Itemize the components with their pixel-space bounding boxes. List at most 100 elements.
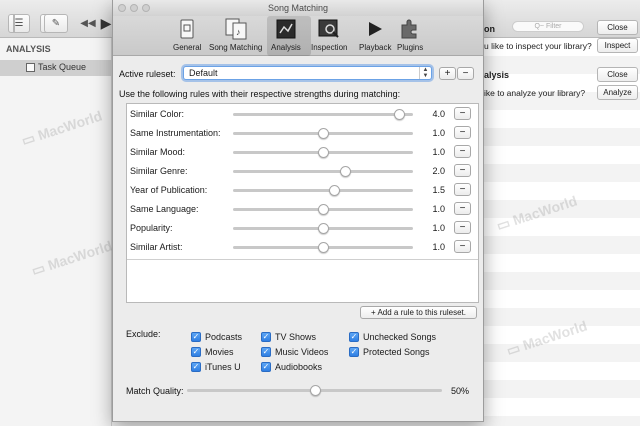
tab-song-matching[interactable]: ♪ Song Matching: [209, 18, 262, 52]
sidebar-section-title: ANALYSIS: [6, 44, 51, 54]
minimize-window-button[interactable]: [130, 4, 138, 12]
remove-rule-button[interactable]: −: [454, 202, 471, 215]
ruleset-select[interactable]: Default ▲ ▼: [183, 66, 432, 80]
song-matching-dialog: Song Matching General ♪ Song Matching An…: [112, 0, 484, 422]
rewind-button[interactable]: ◀◀: [78, 14, 98, 33]
active-ruleset-label: Active ruleset:: [119, 69, 176, 79]
rule-strength-value: 1.0: [432, 204, 445, 214]
rule-strength-value: 1.0: [432, 223, 445, 233]
exclude-unchecked-songs-checkbox[interactable]: ✓ Unchecked Songs: [349, 332, 436, 342]
inspect-button[interactable]: Inspect: [597, 38, 638, 53]
plugins-icon: [399, 18, 421, 40]
exclude-tv-shows-checkbox[interactable]: ✓ TV Shows: [261, 332, 316, 342]
checkmark-icon: ✓: [261, 362, 271, 372]
disk-button[interactable]: [13, 14, 15, 33]
preferences-toolbar: General ♪ Song Matching Analysis Inspect…: [113, 16, 483, 56]
exclude-movies-checkbox[interactable]: ✓ Movies: [191, 347, 234, 357]
checkmark-icon: ✓: [191, 332, 201, 342]
tab-label: Playback: [359, 43, 392, 52]
rule-label: Popularity:: [130, 223, 173, 233]
remove-ruleset-button[interactable]: −: [457, 67, 474, 80]
rules-heading: Use the following rules with their respe…: [119, 89, 401, 99]
add-ruleset-button[interactable]: +: [439, 67, 456, 80]
match-quality-slider-knob[interactable]: [309, 385, 321, 396]
sidebar-item-task-queue[interactable]: Task Queue: [0, 60, 112, 76]
rule-strength-slider-knob[interactable]: [318, 128, 329, 139]
rule-row: Similar Mood: 1.0−: [127, 143, 478, 162]
rule-strength-slider-knob[interactable]: [339, 166, 351, 177]
exclude-protected-songs-checkbox[interactable]: ✓ Protected Songs: [349, 347, 430, 357]
svg-text:♪: ♪: [236, 27, 241, 37]
rule-strength-slider[interactable]: [233, 223, 413, 234]
rule-strength-slider[interactable]: [233, 166, 413, 177]
analyze-button[interactable]: Analyze: [597, 85, 638, 100]
close-window-button[interactable]: [118, 4, 126, 12]
exclude-itunes-u-checkbox[interactable]: ✓ iTunes U: [191, 362, 241, 372]
rule-strength-slider[interactable]: [233, 185, 413, 196]
exclude-label: Exclude:: [126, 329, 161, 339]
rule-strength-value: 1.0: [432, 147, 445, 157]
zoom-window-button[interactable]: [142, 4, 150, 12]
exclude-podcasts-checkbox[interactable]: ✓ Podcasts: [191, 332, 242, 342]
add-rule-button[interactable]: + Add a rule to this ruleset.: [360, 306, 477, 319]
rule-strength-slider[interactable]: [233, 109, 413, 120]
remove-rule-button[interactable]: −: [454, 145, 471, 158]
checkbox-label: Unchecked Songs: [363, 332, 437, 342]
tab-plugins[interactable]: Plugins: [397, 18, 423, 52]
match-quality-slider[interactable]: [187, 385, 442, 396]
rule-strength-slider[interactable]: [233, 242, 413, 253]
checkmark-icon: ✓: [191, 362, 201, 372]
exclude-music-videos-checkbox[interactable]: ✓ Music Videos: [261, 347, 328, 357]
play-button[interactable]: ▶: [100, 14, 112, 33]
close-inspect-button[interactable]: Close: [597, 20, 638, 35]
rule-row: Similar Artist: 1.0−: [127, 238, 478, 257]
remove-rule-button[interactable]: −: [454, 240, 471, 253]
rule-strength-slider-knob[interactable]: [318, 242, 329, 253]
magic-wand-button[interactable]: ✎: [44, 14, 68, 33]
dialog-titlebar: Song Matching: [113, 0, 483, 16]
checkbox-label: TV Shows: [275, 332, 317, 342]
playback-icon: [364, 18, 386, 40]
remove-rule-button[interactable]: −: [454, 126, 471, 139]
tab-general[interactable]: General: [173, 18, 201, 52]
remove-rule-button[interactable]: −: [454, 183, 471, 196]
remove-rule-button[interactable]: −: [454, 221, 471, 234]
song-matching-icon: ♪: [225, 18, 247, 40]
checkbox-label: Audiobooks: [275, 362, 323, 372]
analysis-icon: [275, 18, 297, 40]
checkbox-label: Protected Songs: [363, 347, 430, 357]
tab-analysis[interactable]: Analysis: [267, 16, 311, 56]
ruleset-select-value: Default: [189, 68, 218, 78]
rule-strength-slider-knob[interactable]: [328, 185, 340, 196]
rule-label: Similar Artist:: [130, 242, 183, 252]
rule-row: Popularity: 1.0−: [127, 219, 478, 238]
rule-strength-slider[interactable]: [233, 128, 413, 139]
rule-strength-slider-knob[interactable]: [318, 204, 329, 215]
match-quality-value: 50%: [451, 386, 470, 396]
checkmark-icon: ✓: [349, 347, 359, 357]
rule-strength-slider[interactable]: [233, 147, 413, 158]
analyze-panel-title: alysis: [484, 70, 510, 80]
match-quality-label: Match Quality:: [126, 386, 184, 396]
rewind-icon: ◀◀: [80, 18, 96, 29]
close-analyze-button[interactable]: Close: [597, 67, 638, 82]
remove-rule-button[interactable]: −: [454, 107, 471, 120]
rule-strength-value: 1.0: [432, 128, 445, 138]
rule-row: Similar Color: 4.0−: [127, 105, 478, 124]
tab-playback[interactable]: Playback: [359, 18, 391, 52]
sidebar-item-label: Task Queue: [38, 62, 87, 72]
rule-strength-slider-knob[interactable]: [318, 223, 329, 234]
rule-strength-slider-knob[interactable]: [393, 109, 405, 120]
rule-strength-slider-knob[interactable]: [318, 147, 329, 158]
sidebar-toggle-button[interactable]: ☰: [8, 14, 30, 33]
list-icon: ☰: [14, 18, 24, 29]
tab-inspection[interactable]: Inspection: [311, 18, 347, 52]
rule-strength-value: 1.5: [432, 185, 445, 195]
sidebar: ANALYSIS Task Queue: [0, 38, 112, 426]
exclude-audiobooks-checkbox[interactable]: ✓ Audiobooks: [261, 362, 322, 372]
checkmark-icon: ✓: [261, 347, 271, 357]
rule-label: Similar Genre:: [130, 166, 188, 176]
rule-strength-slider[interactable]: [233, 204, 413, 215]
rule-row: Similar Genre: 2.0−: [127, 162, 478, 181]
remove-rule-button[interactable]: −: [454, 164, 471, 177]
